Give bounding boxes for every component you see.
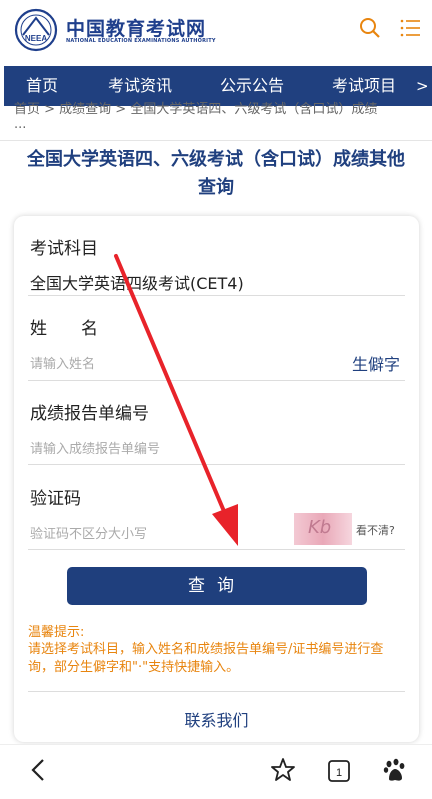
tip-body: 请选择考试科目，输入姓名和成绩报告单编号/证书编号进行查询，部分生僻字和"·"支… xyxy=(28,642,384,675)
captcha-image-text: Kb xyxy=(308,517,332,538)
captcha-label: 验证码 xyxy=(30,489,81,509)
site-logo-subtitle: NATIONAL EDUCATION EXAMINATIONS AUTHORIT… xyxy=(66,38,216,44)
name-label: 姓 名 xyxy=(30,319,98,339)
page-icon[interactable]: 1 xyxy=(326,757,352,783)
name-input[interactable]: 请输入姓名 xyxy=(30,353,95,372)
query-form-card: 考试科目 全国大学英语四级考试(CET4) 姓 名 请输入姓名 生僻字 成绩报告… xyxy=(14,216,419,742)
captcha-image[interactable]: Kb xyxy=(294,513,352,545)
divider xyxy=(28,380,405,381)
subject-select[interactable]: 全国大学英语四级考试(CET4) xyxy=(30,270,244,294)
breadcrumb-ellipsis: ... xyxy=(14,117,27,132)
baidu-icon[interactable] xyxy=(382,757,408,783)
back-icon[interactable] xyxy=(26,757,52,783)
rare-char-button[interactable]: 生僻字 xyxy=(352,351,400,375)
page-count: 1 xyxy=(336,767,342,779)
report-number-input[interactable]: 请输入成绩报告单编号 xyxy=(30,438,160,457)
report-number-label: 成绩报告单编号 xyxy=(30,404,149,424)
menu-icon[interactable] xyxy=(398,16,422,40)
divider xyxy=(0,140,432,141)
divider xyxy=(28,295,405,296)
captcha-input[interactable]: 验证码不区分大小写 xyxy=(30,523,147,542)
page-title: 全国大学英语四、六级考试（含口试）成绩其他查询 xyxy=(27,149,405,198)
subject-label: 考试科目 xyxy=(30,239,98,259)
emblem-text: NEEA xyxy=(25,34,47,43)
browser-bottom-bar: 1 xyxy=(0,744,432,799)
divider xyxy=(28,464,405,465)
query-button[interactable]: 查询 xyxy=(67,567,367,605)
site-header: NEEA 中国教育考试网 NATIONAL EDUCATION EXAMINAT… xyxy=(0,0,432,66)
divider xyxy=(28,549,405,550)
neea-logo-icon[interactable]: NEEA xyxy=(14,8,58,52)
breadcrumb[interactable]: 首页 > 成绩查询 > 全国大学英语四、六级考试（含口试）成绩 xyxy=(14,98,424,116)
site-logo-title[interactable]: 中国教育考试网 xyxy=(66,14,206,41)
tip-title: 温馨提示: xyxy=(28,625,85,640)
contact-us-link[interactable]: 联系我们 xyxy=(14,707,419,731)
refresh-captcha-link[interactable]: 看不清? xyxy=(356,522,395,538)
search-icon[interactable] xyxy=(358,16,382,40)
star-icon[interactable] xyxy=(270,757,296,783)
divider xyxy=(28,691,405,692)
